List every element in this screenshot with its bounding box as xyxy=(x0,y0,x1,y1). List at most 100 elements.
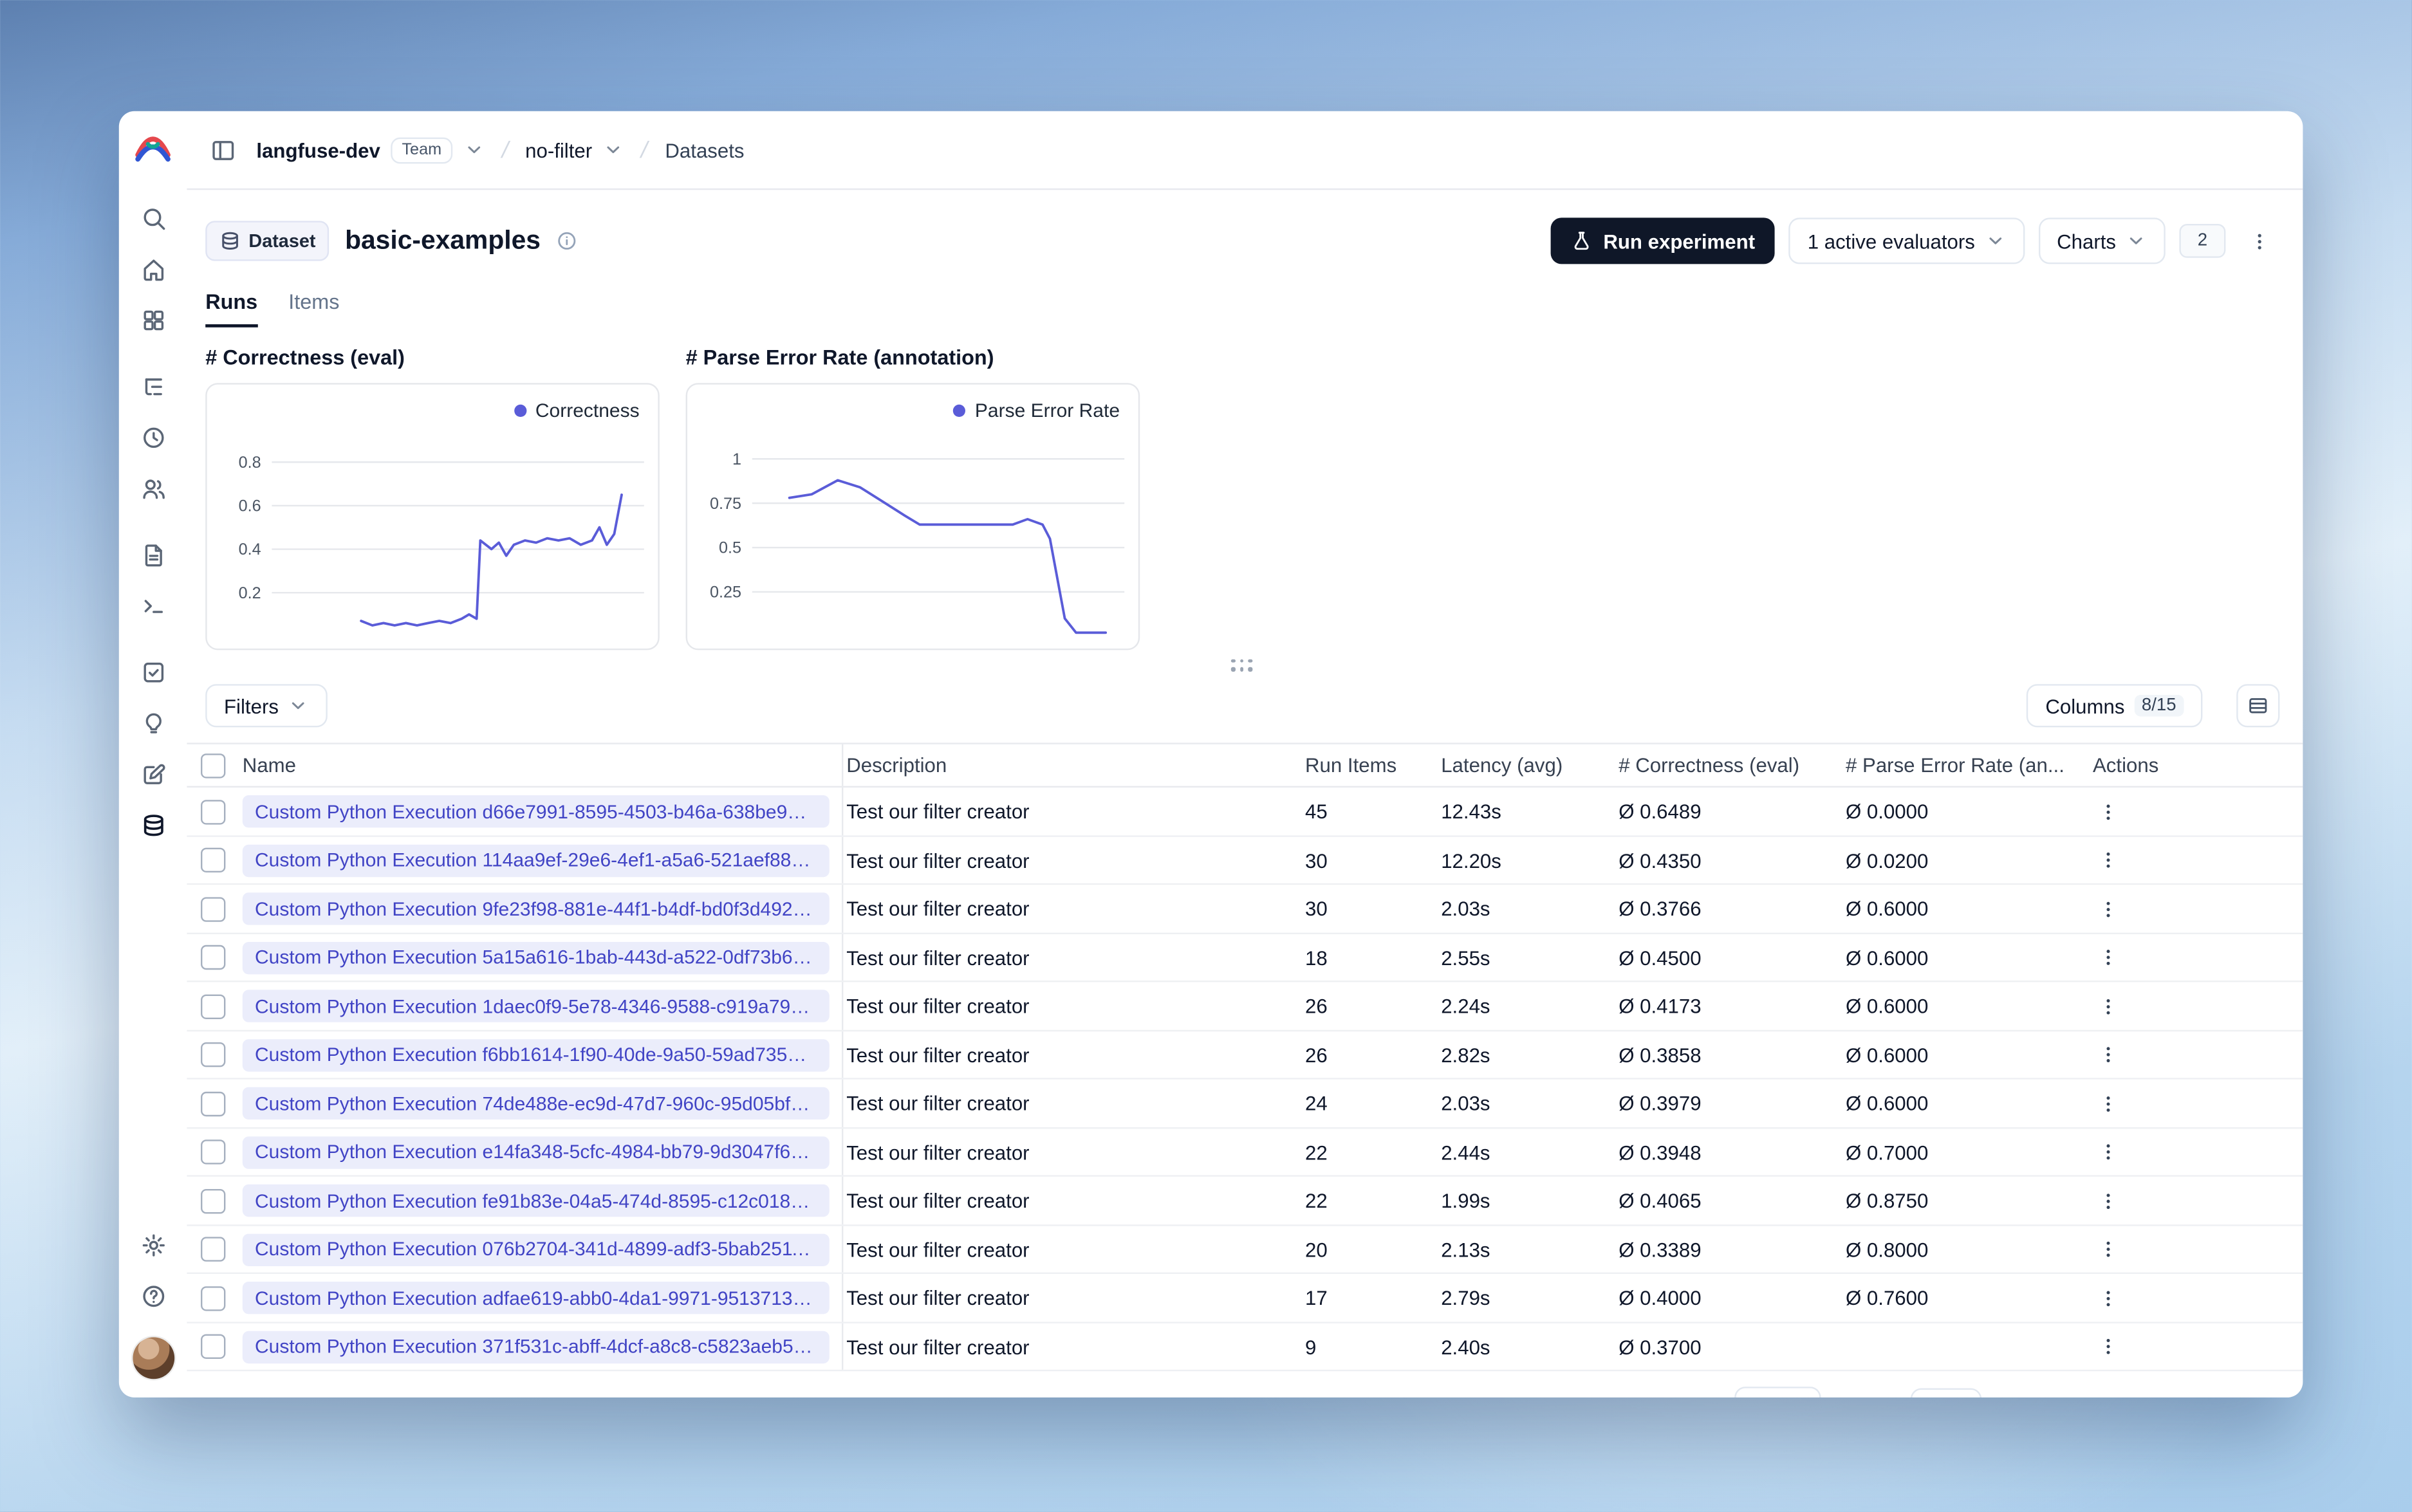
row-checkbox[interactable] xyxy=(201,1139,226,1165)
datasets-icon[interactable] xyxy=(130,802,176,849)
row-actions-kebab-button[interactable] xyxy=(2093,1136,2124,1167)
resize-drag-handle[interactable] xyxy=(1230,659,1254,674)
info-icon[interactable] xyxy=(556,231,578,253)
dashboard-icon[interactable] xyxy=(130,297,176,344)
sidebar-toggle-icon[interactable] xyxy=(199,127,246,173)
table-row[interactable]: Custom Python Execution d66e7991-8595-45… xyxy=(187,788,2303,837)
project-name[interactable]: no-filter xyxy=(525,138,592,161)
org-chevron-down-icon[interactable] xyxy=(463,139,485,161)
row-checkbox[interactable] xyxy=(201,1334,226,1359)
row-checkbox[interactable] xyxy=(201,799,226,824)
row-checkbox[interactable] xyxy=(201,1042,226,1067)
breadcrumb-section[interactable]: Datasets xyxy=(665,138,744,161)
run-name-link[interactable]: Custom Python Execution 1daec0f9-5e78-43… xyxy=(242,990,830,1022)
evals-icon[interactable] xyxy=(130,649,176,696)
annotation-icon[interactable] xyxy=(130,751,176,798)
more-actions-button[interactable] xyxy=(2240,221,2280,262)
evaluators-dropdown[interactable]: 1 active evaluators xyxy=(1788,218,2025,265)
traces-icon[interactable] xyxy=(130,364,176,410)
previous-page-button[interactable] xyxy=(2125,1388,2165,1397)
row-checkbox[interactable] xyxy=(201,1091,226,1116)
row-checkbox[interactable] xyxy=(201,896,226,921)
row-checkbox[interactable] xyxy=(201,847,226,872)
row-actions-kebab-button[interactable] xyxy=(2093,796,2124,827)
select-all-checkbox[interactable] xyxy=(201,753,226,778)
playground-icon[interactable] xyxy=(130,583,176,629)
row-actions-kebab-button[interactable] xyxy=(2093,1039,2124,1070)
column-header-name[interactable]: Name xyxy=(239,744,844,787)
row-height-button[interactable] xyxy=(2236,684,2280,728)
row-actions-kebab-button[interactable] xyxy=(2093,991,2124,1022)
table-row[interactable]: Custom Python Execution 9fe23f98-881e-44… xyxy=(187,885,2303,934)
table-row[interactable]: Custom Python Execution 371f531c-abff-4d… xyxy=(187,1323,2303,1372)
charts-dropdown[interactable]: Charts xyxy=(2038,218,2166,265)
row-checkbox[interactable] xyxy=(201,993,226,1019)
row-checkbox[interactable] xyxy=(201,945,226,970)
next-page-button[interactable] xyxy=(2182,1388,2222,1397)
column-header-run-items[interactable]: Run Items xyxy=(1302,754,1438,777)
page-number-input[interactable] xyxy=(1911,1388,1982,1397)
last-page-button[interactable] xyxy=(2240,1388,2279,1397)
row-actions-kebab-button[interactable] xyxy=(2093,845,2124,876)
dataset-title-row: Dataset basic-examples Run experiment 1 … xyxy=(205,208,2280,275)
prompts-icon[interactable] xyxy=(130,532,176,578)
run-name-link[interactable]: Custom Python Execution fe91b83e-04a5-47… xyxy=(242,1184,830,1217)
row-checkbox[interactable] xyxy=(201,1188,226,1213)
run-name-link[interactable]: Custom Python Execution 5a15a616-1bab-44… xyxy=(242,941,830,974)
tab-items[interactable]: Items xyxy=(288,290,339,327)
run-name-link[interactable]: Custom Python Execution e14fa348-5cfc-49… xyxy=(242,1136,830,1168)
row-checkbox[interactable] xyxy=(201,1286,226,1311)
users-icon[interactable] xyxy=(130,466,176,512)
lightbulb-icon[interactable] xyxy=(130,700,176,746)
user-avatar[interactable] xyxy=(132,1337,174,1379)
sessions-icon[interactable] xyxy=(130,414,176,461)
table-row[interactable]: Custom Python Execution 1daec0f9-5e78-43… xyxy=(187,982,2303,1031)
evaluators-label: 1 active evaluators xyxy=(1807,230,1975,254)
run-name-link[interactable]: Custom Python Execution f6bb1614-1f90-40… xyxy=(242,1038,830,1071)
column-header-parse-error-rate[interactable]: # Parse Error Rate (an... xyxy=(1842,754,2074,777)
run-name-link[interactable]: Custom Python Execution 74de488e-ec9d-47… xyxy=(242,1087,830,1120)
columns-button[interactable]: Columns 8/15 xyxy=(2027,684,2203,728)
tab-runs[interactable]: Runs xyxy=(205,290,258,327)
run-latency-cell: 2.03s xyxy=(1441,1091,1490,1115)
run-experiment-button[interactable]: Run experiment xyxy=(1550,218,1776,265)
filters-button[interactable]: Filters xyxy=(205,684,328,728)
table-row[interactable]: Custom Python Execution fe91b83e-04a5-47… xyxy=(187,1177,2303,1226)
table-row[interactable]: Custom Python Execution 74de488e-ec9d-47… xyxy=(187,1080,2303,1129)
run-items-cell: 18 xyxy=(1305,946,1328,969)
row-checkbox[interactable] xyxy=(201,1237,226,1262)
row-actions-kebab-button[interactable] xyxy=(2093,942,2124,973)
org-name[interactable]: langfuse-dev xyxy=(256,138,380,161)
run-name-link[interactable]: Custom Python Execution 114aa9ef-29e6-4e… xyxy=(242,844,830,876)
rows-per-page-select[interactable]: 50 xyxy=(1735,1386,1821,1397)
column-header-latency[interactable]: Latency (avg) xyxy=(1438,754,1615,777)
row-actions-kebab-button[interactable] xyxy=(2093,893,2124,924)
table-row[interactable]: Custom Python Execution 076b2704-341d-48… xyxy=(187,1226,2303,1275)
table-row[interactable]: Custom Python Execution f6bb1614-1f90-40… xyxy=(187,1031,2303,1080)
project-chevron-down-icon[interactable] xyxy=(603,139,625,161)
table-row[interactable]: Custom Python Execution e14fa348-5cfc-49… xyxy=(187,1128,2303,1177)
run-name-link[interactable]: Custom Python Execution 076b2704-341d-48… xyxy=(242,1233,830,1266)
breadcrumb-separator: / xyxy=(499,136,512,163)
column-header-description[interactable]: Description xyxy=(843,754,1302,777)
help-icon[interactable] xyxy=(130,1273,176,1320)
search-icon[interactable] xyxy=(130,196,176,242)
table-row[interactable]: Custom Python Execution adfae619-abb0-4d… xyxy=(187,1274,2303,1323)
run-actions-cell xyxy=(2074,1234,2303,1265)
run-name-link[interactable]: Custom Python Execution 9fe23f98-881e-44… xyxy=(242,892,830,925)
home-icon[interactable] xyxy=(130,246,176,293)
run-name-link[interactable]: Custom Python Execution 371f531c-abff-4d… xyxy=(242,1330,830,1363)
row-actions-kebab-button[interactable] xyxy=(2093,1088,2124,1119)
settings-gear-icon[interactable] xyxy=(130,1222,176,1269)
row-actions-kebab-button[interactable] xyxy=(2093,1185,2124,1216)
run-actions-cell xyxy=(2074,1331,2303,1362)
row-actions-kebab-button[interactable] xyxy=(2093,1331,2124,1362)
run-name-link[interactable]: Custom Python Execution d66e7991-8595-45… xyxy=(242,795,830,828)
table-row[interactable]: Custom Python Execution 5a15a616-1bab-44… xyxy=(187,934,2303,982)
table-row[interactable]: Custom Python Execution 114aa9ef-29e6-4e… xyxy=(187,836,2303,885)
row-actions-kebab-button[interactable] xyxy=(2093,1282,2124,1313)
column-header-correctness[interactable]: # Correctness (eval) xyxy=(1615,754,1842,777)
run-name-link[interactable]: Custom Python Execution adfae619-abb0-4d… xyxy=(242,1282,830,1314)
first-page-button[interactable] xyxy=(2068,1388,2108,1397)
row-actions-kebab-button[interactable] xyxy=(2093,1234,2124,1265)
